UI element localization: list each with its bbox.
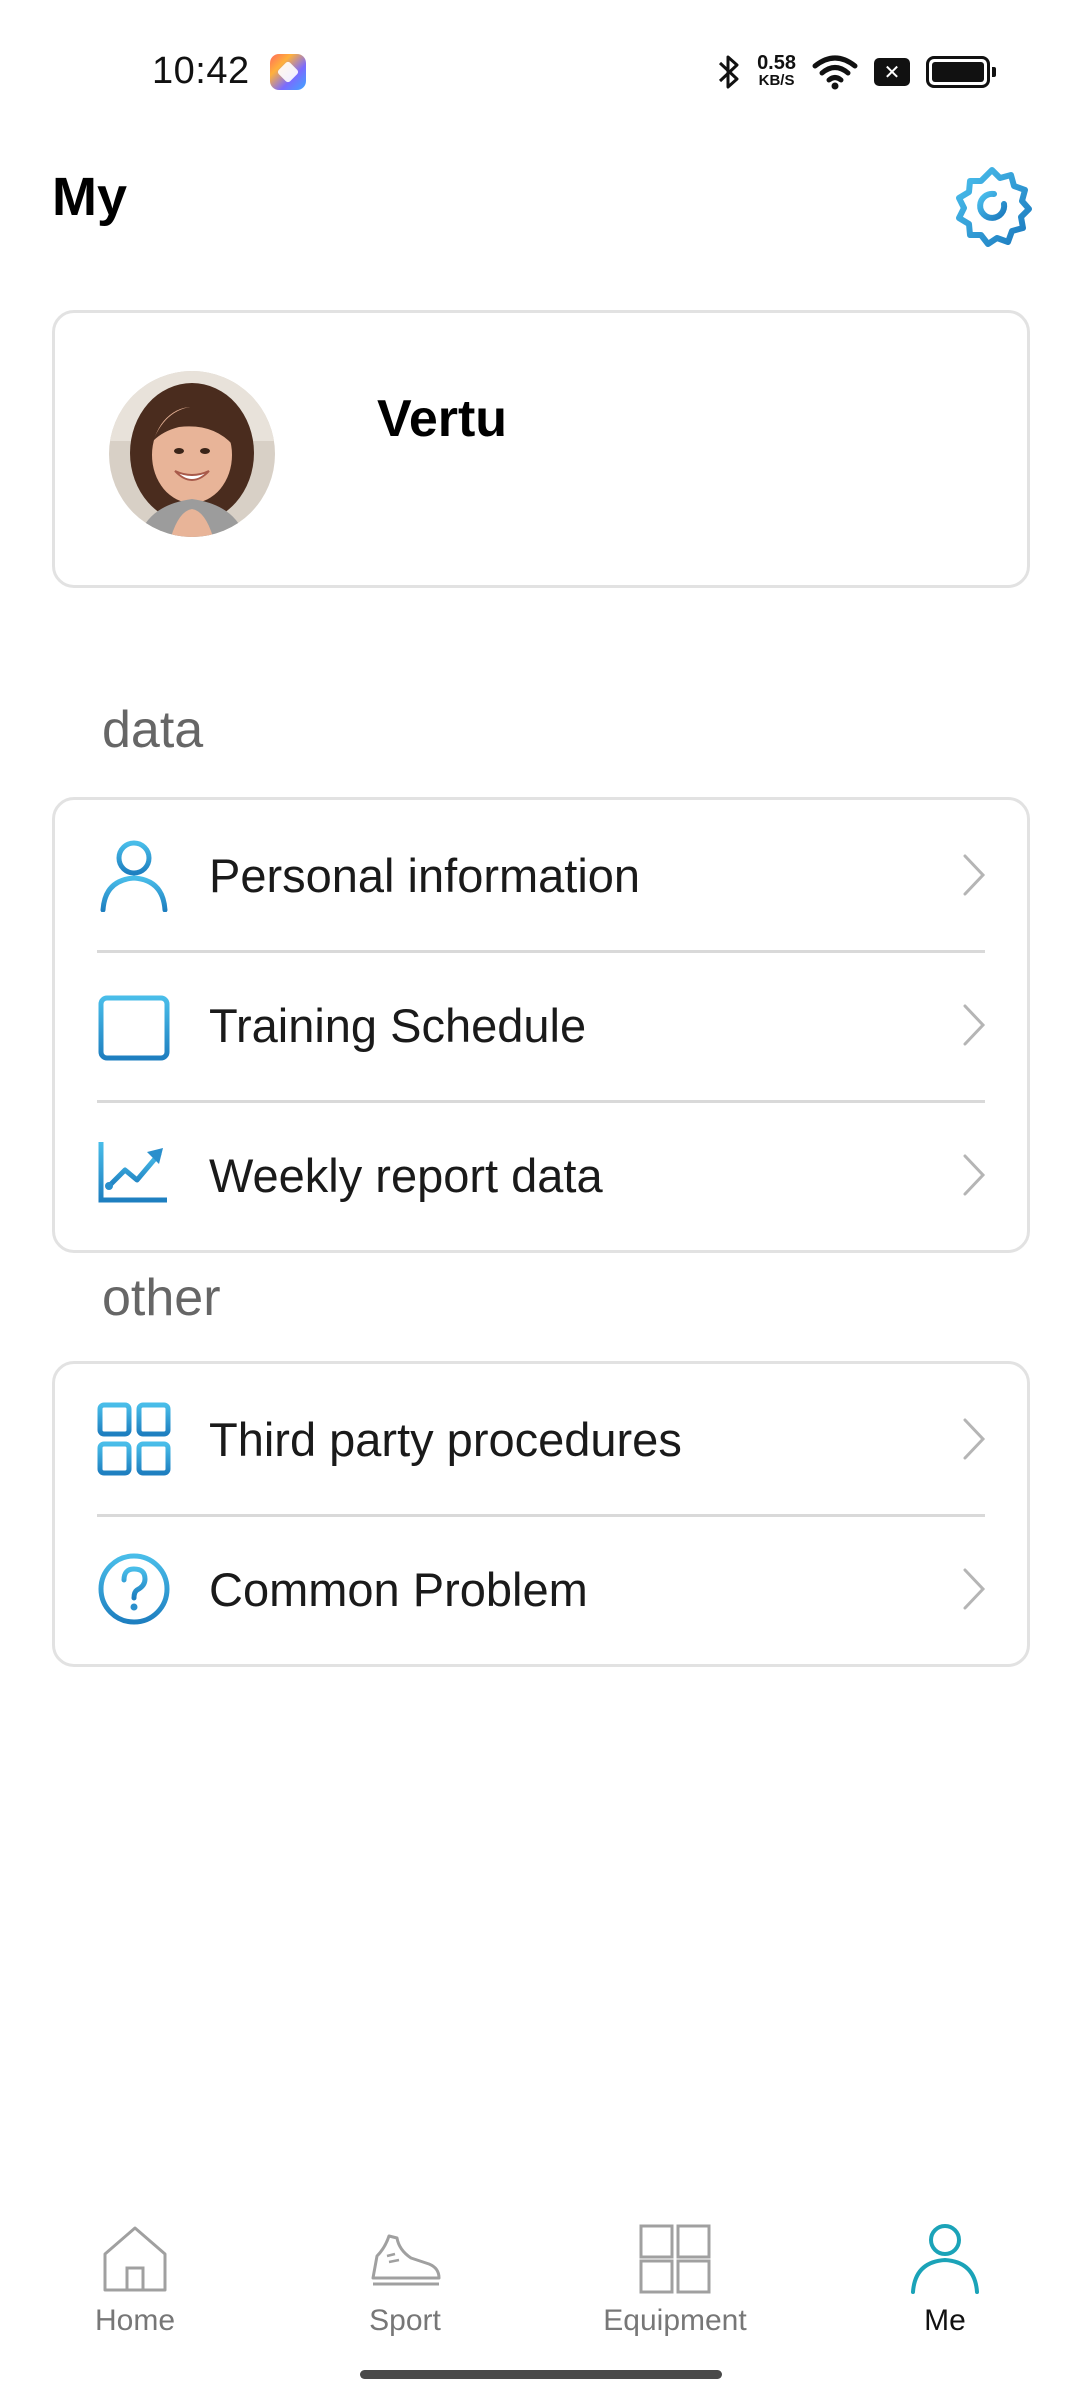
other-menu-card: Third party procedures Common Problem (52, 1361, 1030, 1667)
chevron-right-icon (963, 1154, 986, 1196)
nav-me[interactable]: Me (810, 2200, 1080, 2340)
grid-icon (97, 1402, 171, 1476)
avatar[interactable] (109, 371, 275, 537)
network-speed: 0.58 KB/S (757, 52, 796, 90)
battery-icon (926, 56, 996, 88)
nav-sport[interactable]: Sport (270, 2200, 540, 2340)
menu-item-weekly-report-data[interactable]: Weekly report data (55, 1100, 1027, 1250)
nav-home[interactable]: Home (0, 2200, 270, 2340)
network-speed-value: 0.58 (757, 52, 796, 74)
app-notification-icon (270, 54, 306, 90)
question-icon (98, 1553, 170, 1625)
nav-label: Me (924, 2304, 966, 2337)
shoe-icon (371, 2234, 441, 2286)
calendar-icon (98, 988, 170, 1061)
profile-name: Vertu (377, 390, 508, 448)
menu-label: Common Problem (209, 1562, 588, 1616)
profile-card[interactable]: Vertu (52, 310, 1030, 588)
chevron-right-icon (963, 854, 986, 896)
nav-label: Equipment (603, 2304, 747, 2337)
no-sim-icon: ✕ (874, 58, 910, 86)
home-indicator[interactable] (360, 2370, 722, 2379)
status-icons: 0.58 KB/S ✕ (717, 50, 996, 94)
menu-label: Third party procedures (209, 1412, 682, 1466)
chart-trend-icon (98, 1142, 167, 1212)
section-label-other: other (102, 1269, 221, 1327)
menu-label: Weekly report data (209, 1148, 603, 1202)
section-label-data: data (102, 701, 204, 759)
person-icon (911, 2224, 979, 2294)
page-title: My (52, 167, 128, 227)
nav-equipment[interactable]: Equipment (540, 2200, 810, 2340)
home-icon (103, 2226, 167, 2292)
avatar-image (109, 371, 275, 537)
menu-label: Training Schedule (209, 998, 587, 1052)
status-bar: 10:42 0.58 KB/S ✕ (0, 0, 1080, 140)
menu-item-third-party-procedures[interactable]: Third party procedures (55, 1364, 1027, 1514)
chevron-right-icon (963, 1418, 986, 1460)
nav-label: Home (94, 2304, 176, 2337)
menu-label: Personal information (209, 848, 641, 902)
gear-icon (956, 167, 1032, 247)
data-menu-card: Personal information Training Schedule W… (52, 797, 1030, 1253)
nav-label: Sport (369, 2304, 441, 2337)
menu-item-training-schedule[interactable]: Training Schedule (55, 950, 1027, 1100)
menu-item-personal-information[interactable]: Personal information (55, 800, 1027, 950)
bottom-nav: Home Sport Equipment Me (0, 2200, 1080, 2350)
network-speed-unit: KB/S (758, 72, 795, 89)
my-screen: 10:42 0.58 KB/S ✕ My Vertu data Personal… (0, 0, 1080, 2400)
settings-button[interactable] (950, 164, 1034, 248)
chevron-right-icon (963, 1004, 986, 1046)
bluetooth-icon (719, 55, 739, 89)
equipment-grid-icon (639, 2224, 711, 2294)
person-icon (100, 840, 168, 912)
menu-item-common-problem[interactable]: Common Problem (55, 1514, 1027, 1664)
chevron-right-icon (963, 1568, 986, 1610)
wifi-icon (812, 55, 858, 90)
status-time: 10:42 (152, 50, 250, 92)
